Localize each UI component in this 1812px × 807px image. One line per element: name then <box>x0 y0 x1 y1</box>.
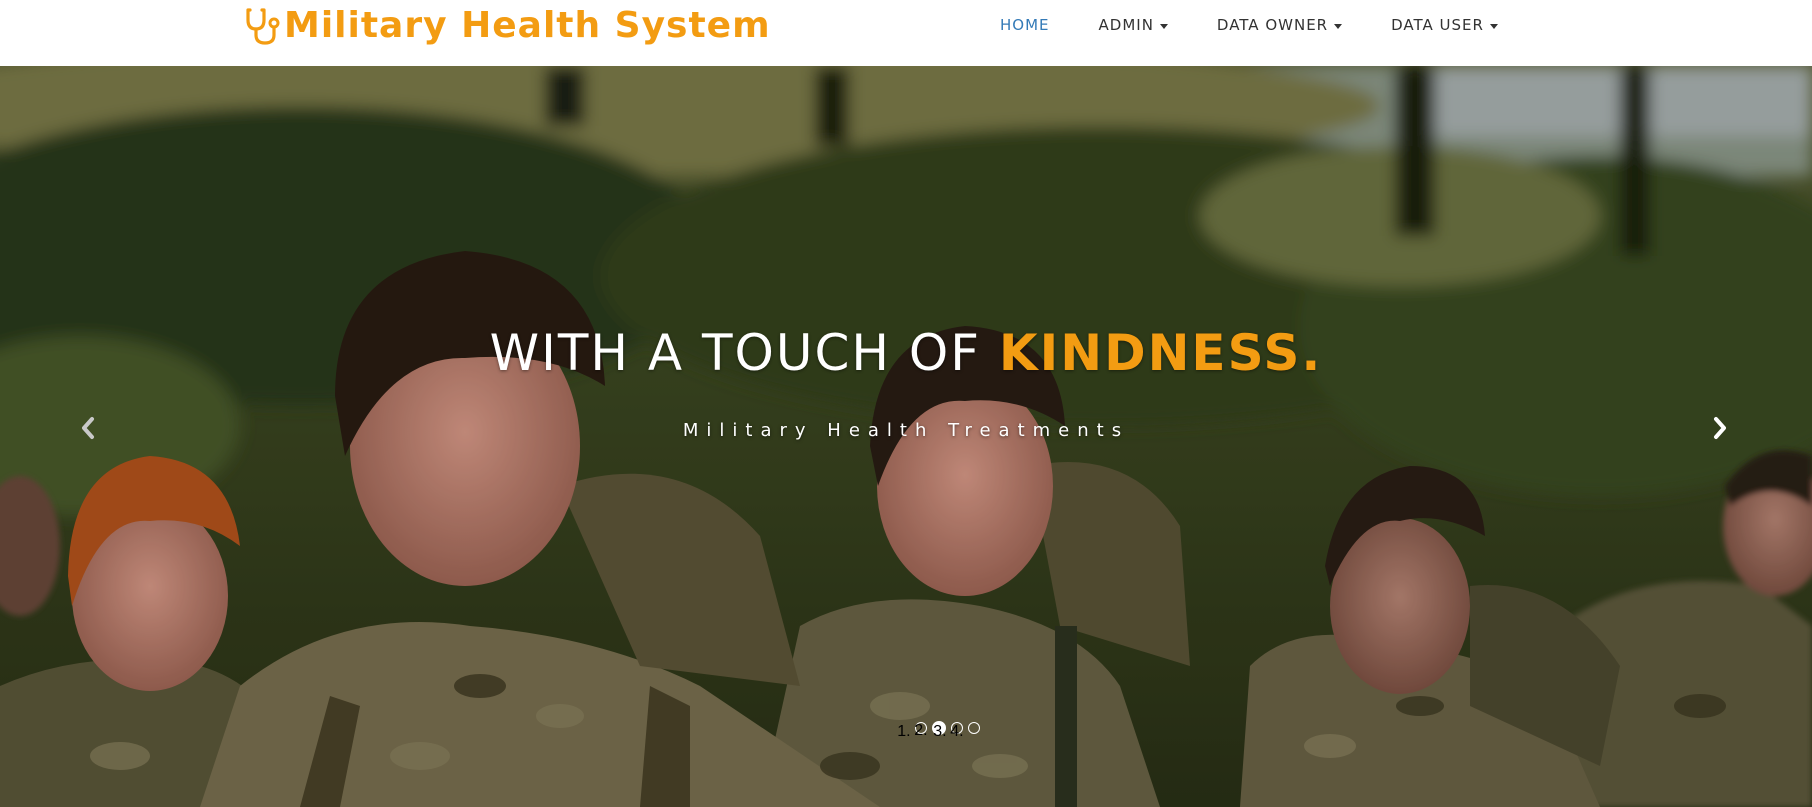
hero-headline-accent: KINDNESS. <box>998 324 1323 382</box>
top-navbar: Military Health System HOME ADMIN DATA O… <box>0 0 1812 66</box>
caret-down-icon <box>1159 23 1168 29</box>
nav-item-admin[interactable]: ADMIN <box>1099 0 1168 50</box>
nav-item-label: DATA USER <box>1391 16 1484 34</box>
hero-subline: Military Health Treatments <box>682 420 1130 441</box>
stethoscope-icon <box>246 8 280 45</box>
carousel-prev-button[interactable] <box>68 408 108 448</box>
nav-item-label: DATA OWNER <box>1216 16 1329 34</box>
hero-headline-light: WITH A TOUCH OF <box>489 324 981 382</box>
nav-item-label: HOME <box>1000 16 1050 34</box>
nav-item-data-user[interactable]: DATA USER <box>1391 0 1498 50</box>
nav-item-home[interactable]: HOME <box>1000 0 1050 50</box>
hero-caption: WITH A TOUCH OF KINDNESS. Military Healt… <box>0 328 1812 441</box>
chevron-right-icon <box>1714 417 1726 439</box>
carousel-indicator-4[interactable] <box>968 722 980 734</box>
carousel-indicators <box>0 721 1812 735</box>
nav-item-data-owner[interactable]: DATA OWNER <box>1216 0 1343 50</box>
caret-down-icon <box>1334 23 1343 29</box>
hero-headline: WITH A TOUCH OF KINDNESS. <box>0 328 1812 378</box>
brand-name: Military Health System <box>284 5 771 46</box>
brand-logo-link[interactable]: Military Health System <box>244 4 771 48</box>
chevron-left-icon <box>82 417 94 439</box>
hero-carousel: WITH A TOUCH OF KINDNESS. Military Healt… <box>0 66 1812 807</box>
caret-down-icon <box>1489 23 1498 29</box>
carousel-next-button[interactable] <box>1700 408 1740 448</box>
nav-item-label: ADMIN <box>1098 16 1154 34</box>
main-nav: HOME ADMIN DATA OWNER DATA USER <box>1000 0 1498 50</box>
